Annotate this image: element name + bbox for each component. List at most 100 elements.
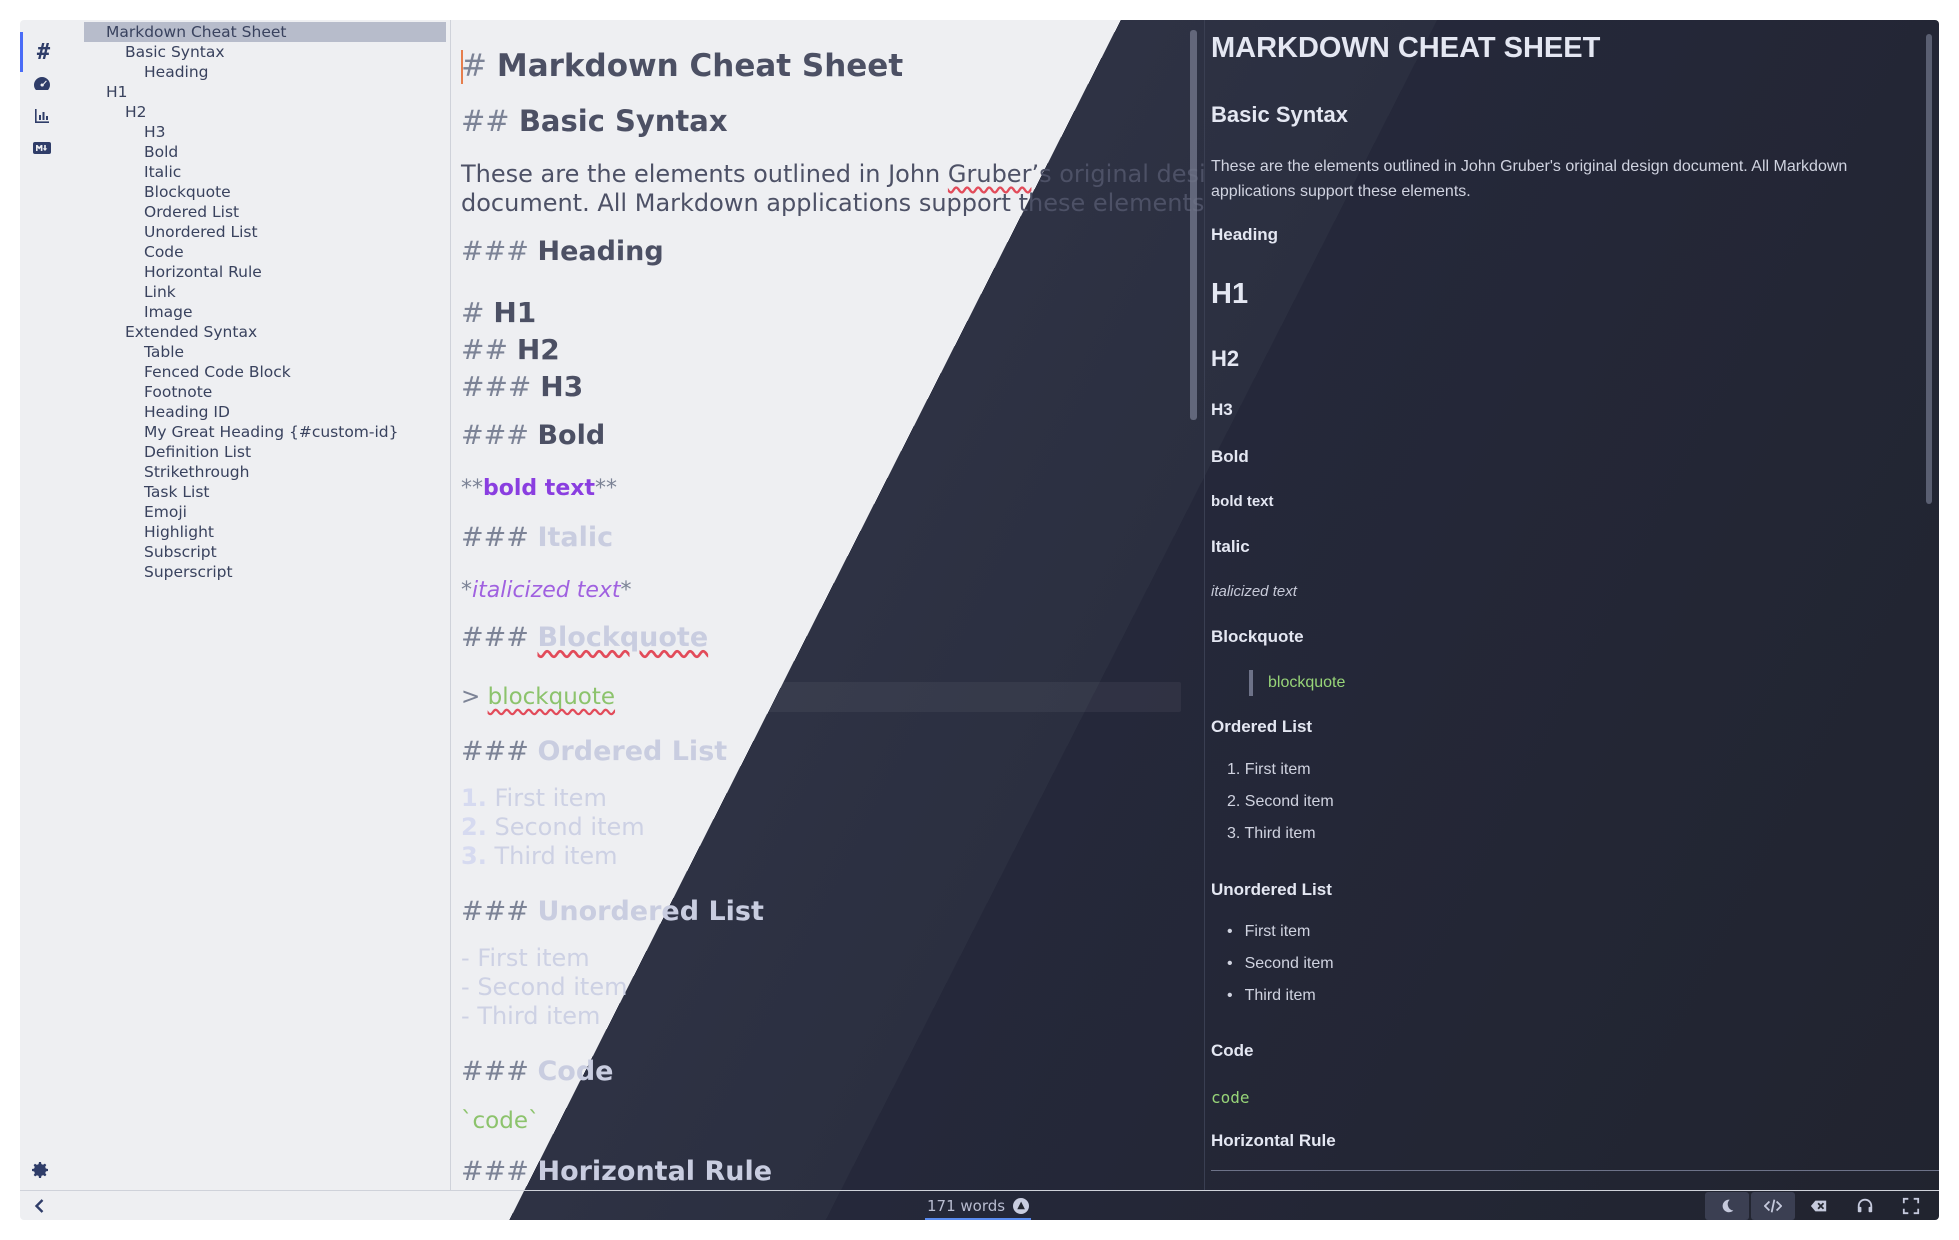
preview-paragraph: These are the elements outlined in John …: [1211, 158, 1848, 200]
outline-item[interactable]: Highlight: [64, 522, 450, 542]
outline-list: Markdown Cheat Sheet Basic Syntax Heading H…: [64, 20, 450, 582]
outline-item[interactable]: Heading ID: [64, 402, 450, 422]
preview-h1: H1: [1211, 278, 1249, 310]
status-toolbar: [1705, 1192, 1933, 1220]
editor-h3-hr[interactable]: ### Horizontal Rule: [461, 1156, 772, 1187]
chevron-left-icon: [34, 1199, 44, 1213]
outline-item[interactable]: Ordered List: [64, 202, 450, 222]
list-item: Third item: [1227, 980, 1334, 1012]
list-item: 2. Second item: [1227, 793, 1334, 810]
preview-horizontal-rule: [1211, 1170, 1939, 1171]
theme-toggle-button[interactable]: [1705, 1192, 1749, 1220]
fullscreen-icon: [1902, 1197, 1920, 1215]
editor-h3-heading[interactable]: ### Heading: [461, 236, 664, 267]
outline-item[interactable]: H3: [64, 122, 450, 142]
markdown-icon: [33, 142, 51, 154]
editor-h3-bold[interactable]: ### Bold: [461, 420, 605, 451]
outline-item[interactable]: Basic Syntax: [64, 42, 450, 62]
settings-button[interactable]: [28, 1158, 52, 1182]
outline-item[interactable]: My Great Heading {#custom-id}: [64, 422, 450, 442]
editor-h2-line[interactable]: ## Basic Syntax: [461, 104, 728, 138]
markdown-editor[interactable]: # Markdown Cheat Sheet ## Basic Syntax T…: [451, 20, 1205, 1190]
outline-item[interactable]: Superscript: [64, 562, 450, 582]
outline-item[interactable]: Blockquote: [64, 182, 450, 202]
word-count[interactable]: 171 words ▲: [925, 1194, 1032, 1220]
preview-h3-italic: Italic: [1211, 537, 1250, 556]
outline-item[interactable]: Fenced Code Block: [64, 362, 450, 382]
code-icon: [1764, 1199, 1782, 1213]
outline-item[interactable]: Strikethrough: [64, 462, 450, 482]
outline-item[interactable]: Markdown Cheat Sheet: [84, 22, 446, 42]
editor-h3-ordered[interactable]: ### Ordered List: [461, 736, 727, 767]
preview-scrollbar[interactable]: [1926, 34, 1932, 504]
hash-icon: #: [36, 39, 51, 65]
preview-h3-ordered: Ordered List: [1211, 717, 1313, 736]
preview-h3-heading: Heading: [1211, 225, 1279, 244]
preview-h3-example: H3: [1211, 400, 1233, 419]
outline-item[interactable]: Link: [64, 282, 450, 302]
collapse-sidebar-button[interactable]: [30, 1196, 50, 1216]
clear-button[interactable]: [1797, 1192, 1841, 1220]
outline-item[interactable]: Subscript: [64, 542, 450, 562]
outline-item[interactable]: H2: [64, 102, 450, 122]
outline-panel: Markdown Cheat Sheet Basic Syntax Heading H…: [64, 20, 451, 1190]
preview-unordered-list: First item Second item Third item: [1227, 916, 1334, 1012]
outline-item[interactable]: Heading: [64, 62, 450, 82]
preview-h3-bold: Bold: [1211, 447, 1249, 466]
editor-italic-line[interactable]: *italicized text*: [461, 578, 632, 603]
outline-item[interactable]: Definition List: [64, 442, 450, 462]
outline-item[interactable]: Horizontal Rule: [64, 262, 450, 282]
editor-h3-unordered[interactable]: ### Unordered List: [461, 896, 764, 927]
outline-item[interactable]: Table: [64, 342, 450, 362]
list-item: 3. Third item: [1227, 825, 1316, 842]
editor-scrollbar[interactable]: [1190, 30, 1197, 420]
audio-button[interactable]: [1843, 1192, 1887, 1220]
editor-h3-italic[interactable]: ### Italic: [461, 522, 613, 553]
preview-h2: Basic Syntax: [1211, 102, 1348, 127]
outline-item[interactable]: Extended Syntax: [64, 322, 450, 342]
outline-item[interactable]: Image: [64, 302, 450, 322]
editor-h3-blockquote[interactable]: ### Blockquote: [461, 622, 708, 653]
outline-item[interactable]: Unordered List: [64, 222, 450, 242]
outline-item[interactable]: Italic: [64, 162, 450, 182]
outline-item[interactable]: Emoji: [64, 502, 450, 522]
fullscreen-button[interactable]: [1889, 1192, 1933, 1220]
gauge-icon: [34, 77, 50, 90]
editor-code-line[interactable]: `code`: [461, 1108, 539, 1134]
moon-icon: [1722, 1199, 1734, 1213]
preview-h3-unordered: Unordered List: [1211, 880, 1332, 899]
backspace-icon: [1810, 1200, 1827, 1212]
list-item: First item: [1227, 916, 1334, 948]
editor-ordered-list[interactable]: 1. First item 2. Second item 3. Third it…: [461, 784, 645, 871]
activity-bar: #: [20, 20, 64, 1190]
bar-chart-icon: [35, 109, 49, 123]
outline-item[interactable]: Footnote: [64, 382, 450, 402]
editor-paragraph[interactable]: These are the elements outlined in John …: [461, 160, 1204, 218]
editor-heading-examples[interactable]: # H1 ## H2 ### H3: [461, 294, 583, 405]
preview-code: code: [1211, 1088, 1250, 1107]
markdown-tab[interactable]: [20, 128, 64, 168]
editor-h3-code[interactable]: ### Code: [461, 1056, 613, 1087]
gear-icon: [32, 1162, 48, 1178]
outline-item[interactable]: H1: [64, 82, 450, 102]
preview-h3-hr: Horizontal Rule: [1211, 1131, 1336, 1150]
headphones-icon: [1857, 1198, 1873, 1213]
preview-pane: MARKDOWN CHEAT SHEET Basic Syntax These …: [1205, 20, 1939, 1190]
outline-item[interactable]: Task List: [64, 482, 450, 502]
chevron-up-icon: ▲: [1013, 1198, 1030, 1214]
list-item: 1. First item: [1227, 761, 1311, 778]
editor-bold-line[interactable]: **bold text**: [461, 476, 617, 501]
editor-quote-line[interactable]: > blockquote: [461, 684, 615, 710]
app-window: # Markdown Cheat Sheet Basic Syntax Headin…: [20, 20, 1939, 1220]
preview-h3-code: Code: [1211, 1041, 1254, 1060]
preview-h3-blockquote: Blockquote: [1211, 627, 1304, 646]
source-code-button[interactable]: [1751, 1192, 1795, 1220]
outline-item[interactable]: Code: [64, 242, 450, 262]
preview-bold-text: bold text: [1211, 493, 1274, 510]
preview-title: MARKDOWN CHEAT SHEET: [1211, 32, 1601, 64]
editor-unordered-list[interactable]: - First item - Second item - Third item: [461, 944, 628, 1031]
outline-item[interactable]: Bold: [64, 142, 450, 162]
status-bar: 171 words ▲: [20, 1190, 1939, 1220]
list-item: Second item: [1227, 948, 1334, 980]
editor-h1-line[interactable]: # Markdown Cheat Sheet: [461, 48, 903, 84]
